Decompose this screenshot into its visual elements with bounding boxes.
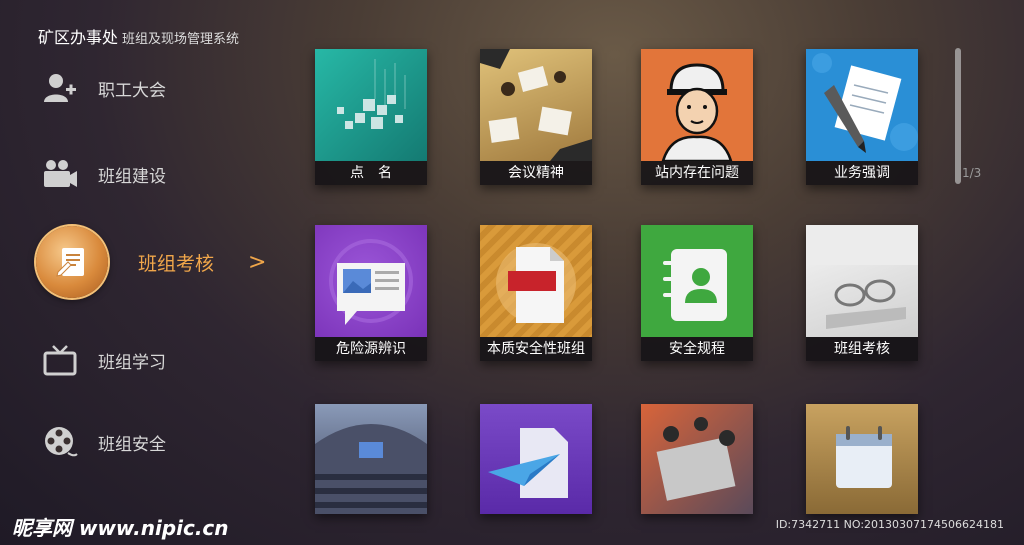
app-subtitle: 班组及现场管理系统 [122,32,240,47]
tile-hazard-identification[interactable]: 危险源辨识 [315,225,427,361]
meeting-photo-icon [480,49,592,161]
contact-book-icon [641,225,753,337]
tile-office[interactable] [641,404,753,514]
calendar-icon [806,404,918,514]
pdf-icon [480,225,592,337]
tile-label: 点 名 [315,161,427,185]
tile-label: 会议精神 [480,161,592,185]
tile-safety-regulations[interactable]: 安全规程 [641,225,753,361]
tile-meeting-spirit[interactable]: 会议精神 [480,49,592,185]
add-user-icon [40,68,80,108]
tile-conference-hall[interactable] [315,404,427,514]
page-header: 矿区办事处 班组及现场管理系统 [38,24,239,48]
sidebar-item-label: 班组考核 [138,252,215,275]
sidebar-item-team-assessment[interactable]: 班组考核 [120,242,214,282]
tile-roll-call[interactable]: 点 名 [315,49,427,185]
sidebar-item-label: 职工大会 [98,80,166,101]
scrollbar[interactable] [955,48,961,184]
sidebar-item-staff-meeting[interactable]: 职工大会 [40,68,166,108]
auditorium-photo-icon [315,404,427,514]
paper-plane-icon [480,404,592,514]
sidebar-item-team-building[interactable]: 班组建设 [40,154,166,194]
tile-calendar[interactable] [806,404,918,514]
sidebar: 职工大会 班组建设 班组考核 > 班组学习 班组安全 [0,60,290,500]
watermark-id: ID:7342711 NO:20130307174506624181 [775,518,1004,531]
sidebar-item-label: 班组安全 [98,434,166,455]
sidebar-item-label: 班组学习 [98,352,166,373]
tile-label: 班组考核 [806,337,918,361]
tile-label: 安全规程 [641,337,753,361]
chevron-right-icon: > [248,250,267,275]
tile-label: 危险源辨识 [315,337,427,361]
tv-icon [40,340,80,380]
sidebar-item-team-study[interactable]: 班组学习 [40,340,166,380]
cubes-icon [315,49,427,161]
pen-paper-icon [806,49,918,161]
tile-label: 本质安全性班组 [480,337,592,361]
worker-helmet-icon [641,49,753,163]
tile-intrinsic-safety-team[interactable]: 本质安全性班组 [480,225,592,361]
chat-image-icon [315,225,427,337]
tile-label: 站内存在问题 [641,161,753,185]
tile-label: 业务强调 [806,161,918,185]
glasses-photo-icon [806,225,918,337]
page-indicator: 1/3 [962,166,982,180]
tile-station-issues[interactable]: 站内存在问题 [641,49,753,185]
sidebar-item-label: 班组建设 [98,166,166,187]
office-photo-icon [641,404,753,514]
document-edit-icon [36,226,108,298]
tile-business-emphasis[interactable]: 业务强调 [806,49,918,185]
watermark-logo: 昵享网 www.nipic.cn [12,516,229,540]
app-title: 矿区办事处 [38,28,119,47]
tile-team-assessment[interactable]: 班组考核 [806,225,918,361]
camera-icon [40,154,80,194]
sidebar-item-team-safety[interactable]: 班组安全 [40,422,166,462]
film-reel-icon [40,422,80,462]
tile-paper-plane[interactable] [480,404,592,514]
